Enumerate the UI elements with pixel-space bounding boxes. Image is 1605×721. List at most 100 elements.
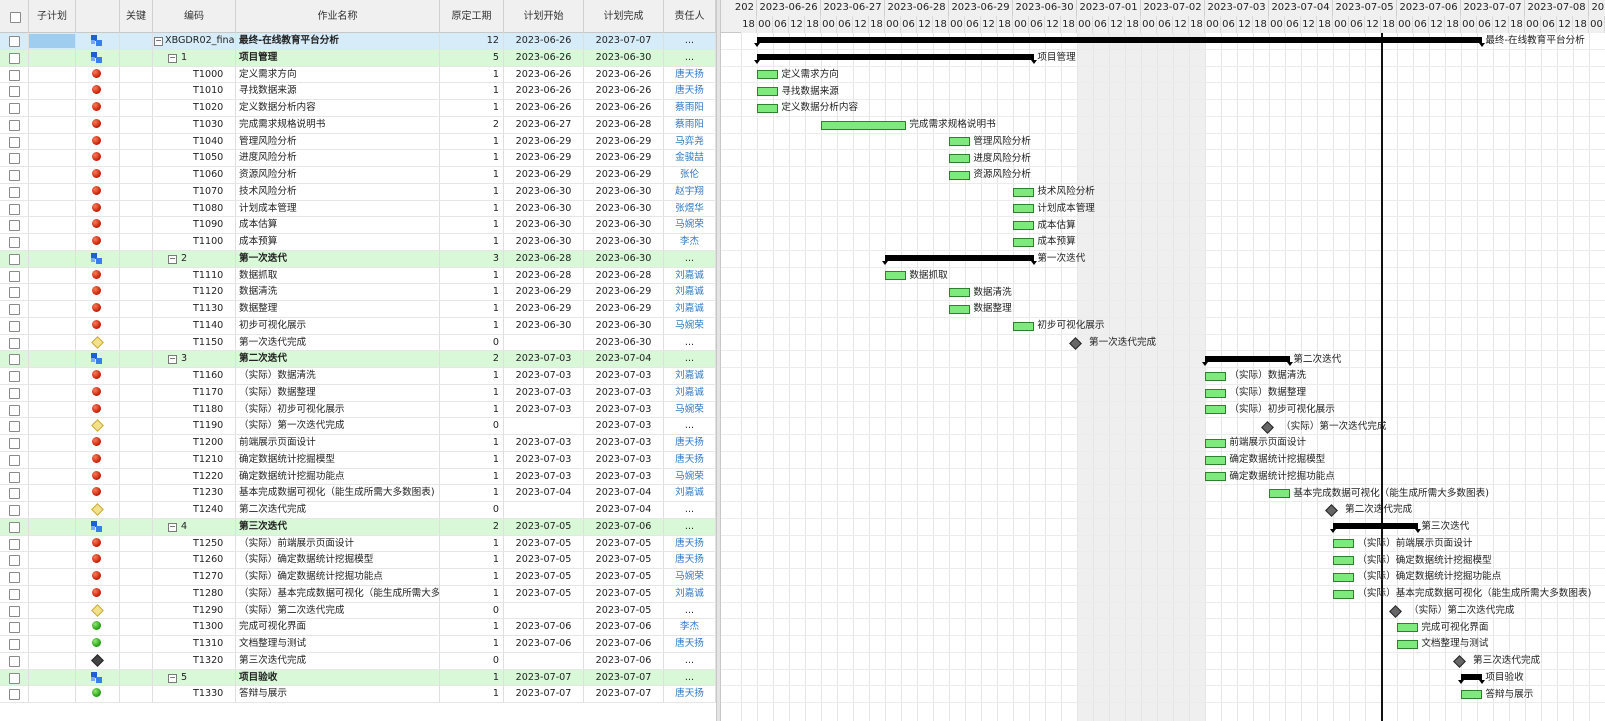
row-checkbox[interactable] (9, 186, 20, 198)
collapse-toggle-icon[interactable]: − (168, 522, 177, 532)
owner-cell[interactable]: 张煜华 (664, 200, 716, 218)
task-bar[interactable] (757, 70, 779, 80)
owner-cell[interactable]: 唐天扬 (664, 83, 716, 100)
table-row[interactable]: T1320 第三次迭代完成 0 2023-07-06... (0, 652, 716, 670)
wbs-row[interactable]: −3 第二次迭代 2 2023-07-03 2023-07-04... (0, 351, 716, 368)
collapse-toggle-icon[interactable]: − (168, 53, 177, 63)
owner-cell[interactable]: 刘嘉诚 (664, 585, 716, 603)
table-row[interactable]: T1160 （实际）数据清洗 1 2023-07-03 2023-07-03 刘嘉诚 (0, 368, 716, 385)
owner-cell[interactable]: 马婉荣 (664, 217, 716, 234)
task-bar[interactable] (1013, 221, 1035, 231)
collapse-toggle-icon[interactable]: − (168, 254, 177, 264)
row-checkbox[interactable] (9, 421, 20, 433)
collapse-toggle-icon[interactable]: − (154, 37, 163, 46)
row-checkbox[interactable] (9, 136, 20, 148)
header-code[interactable]: 编码 (153, 0, 236, 33)
row-checkbox[interactable] (9, 538, 20, 550)
row-checkbox[interactable] (9, 588, 20, 600)
table-row[interactable]: T1010 寻找数据来源 1 2023-06-26 2023-06-26 唐天扬 (0, 83, 716, 100)
header-finish[interactable]: 计划完成 (584, 0, 664, 33)
task-bar[interactable] (1013, 321, 1035, 331)
owner-cell[interactable]: 李杰 (664, 619, 716, 636)
row-checkbox[interactable] (9, 371, 20, 382)
table-row[interactable]: T1260 （实际）确定数据统计挖掘模型 1 2023-07-05 2023-07-05… (0, 552, 716, 569)
row-checkbox[interactable] (9, 52, 20, 64)
task-bar[interactable] (1205, 472, 1227, 482)
row-checkbox[interactable] (9, 69, 20, 81)
summary-bar[interactable] (1201, 355, 1294, 366)
table-row[interactable]: T1330 答辩与展示 1 2023-07-07 2023-07-07 唐天扬 (0, 686, 716, 703)
task-bar[interactable] (757, 103, 779, 113)
owner-cell[interactable]: 马婉荣 (664, 569, 716, 586)
wbs-row[interactable]: −4 第三次迭代 2 2023-07-05 2023-07-06... (0, 518, 716, 536)
task-bar[interactable] (949, 154, 971, 164)
task-bar[interactable] (1269, 489, 1291, 499)
milestone-marker[interactable] (1389, 605, 1402, 618)
task-bar[interactable] (885, 271, 907, 281)
task-bar[interactable] (1205, 388, 1227, 398)
owner-cell[interactable]: 刘嘉诚 (664, 384, 716, 402)
task-bar[interactable] (1333, 589, 1355, 599)
table-row[interactable]: T1280 （实际）基本完成数据可视化（能生成所需大多 1 2023-07-05 202… (0, 585, 716, 603)
row-checkbox[interactable] (9, 287, 20, 299)
milestone-marker[interactable] (1453, 655, 1466, 668)
owner-cell[interactable]: 金骏喆 (664, 150, 716, 167)
owner-cell[interactable]: 刘嘉诚 (664, 267, 716, 285)
row-checkbox[interactable] (9, 237, 20, 248)
owner-cell[interactable]: 马婉荣 (664, 317, 716, 335)
table-row[interactable]: T1170 （实际）数据整理 1 2023-07-03 2023-07-03 刘嘉诚 (0, 384, 716, 402)
owner-cell[interactable]: 马婉荣 (664, 468, 716, 486)
table-row[interactable]: T1020 定义数据分析内容 1 2023-06-26 2023-06-26 蔡雨阳 (0, 100, 716, 117)
table-row[interactable]: T1200 前端展示页面设计 1 2023-07-03 2023-07-03 唐天扬 (0, 435, 716, 452)
summary-bar[interactable] (1457, 673, 1486, 684)
milestone-marker[interactable] (1325, 504, 1338, 518)
table-row[interactable]: T1210 确定数据统计挖掘模型 1 2023-07-03 2023-07-03 唐天扬 (0, 451, 716, 469)
owner-cell[interactable]: 唐天扬 (664, 451, 716, 469)
row-checkbox[interactable] (9, 170, 20, 181)
owner-cell[interactable]: 马弈尧 (664, 133, 716, 151)
header-select-all[interactable] (0, 0, 29, 33)
row-checkbox[interactable] (9, 354, 20, 366)
owner-cell[interactable]: 蔡雨阳 (664, 100, 716, 117)
row-checkbox[interactable] (9, 203, 20, 215)
header-duration[interactable]: 原定工期 (440, 0, 504, 33)
row-checkbox[interactable] (9, 438, 20, 449)
table-row[interactable]: T1140 初步可视化展示 1 2023-06-30 2023-06-30 马婉荣 (0, 317, 716, 335)
row-checkbox[interactable] (9, 521, 20, 533)
table-row[interactable]: T1110 数据抓取 1 2023-06-28 2023-06-28 刘嘉诚 (0, 267, 716, 285)
table-row[interactable]: T1300 完成可视化界面 1 2023-07-06 2023-07-06 李杰 (0, 619, 716, 636)
summary-bar[interactable] (1329, 523, 1422, 534)
owner-cell[interactable]: 刘嘉诚 (664, 284, 716, 301)
row-checkbox[interactable] (9, 103, 20, 114)
row-checkbox[interactable] (9, 404, 20, 416)
table-row[interactable]: T1070 技术风险分析 1 2023-06-30 2023-06-30 赵宇翔 (0, 183, 716, 201)
owner-cell[interactable]: 李杰 (664, 234, 716, 251)
task-bar[interactable] (821, 120, 907, 130)
task-bar[interactable] (1205, 438, 1227, 448)
task-bar[interactable] (1333, 556, 1355, 566)
task-bar[interactable] (1333, 572, 1355, 582)
table-row[interactable]: T1290 （实际）第二次迭代完成 0 2023-07-05... (0, 602, 716, 620)
task-bar[interactable] (949, 304, 971, 314)
owner-cell[interactable]: 赵宇翔 (664, 183, 716, 201)
collapse-toggle-icon[interactable]: − (168, 673, 177, 683)
row-checkbox[interactable] (9, 454, 20, 466)
row-checkbox[interactable] (9, 505, 20, 516)
task-bar[interactable] (1397, 623, 1419, 633)
table-row[interactable]: T1240 第二次迭代完成 0 2023-07-04... (0, 502, 716, 519)
owner-cell[interactable]: 唐天扬 (664, 552, 716, 569)
row-checkbox[interactable] (9, 253, 20, 265)
header-critical[interactable]: 关键 (120, 0, 153, 33)
row-checkbox[interactable] (9, 220, 20, 232)
table-row[interactable]: T1250 （实际）前端展示页面设计 1 2023-07-05 2023-07-05 唐天… (0, 535, 716, 553)
wbs-row[interactable]: −1 项目管理 5 2023-06-26 2023-06-30... (0, 49, 716, 67)
task-bar[interactable] (1205, 455, 1227, 465)
row-checkbox[interactable] (9, 572, 20, 583)
row-checkbox[interactable] (9, 36, 20, 47)
table-row[interactable]: T1050 进度风险分析 1 2023-06-29 2023-06-29 金骏喆 (0, 150, 716, 167)
table-row[interactable]: T1000 定义需求方向 1 2023-06-26 2023-06-26 唐天扬 (0, 66, 716, 84)
table-row[interactable]: T1060 资源风险分析 1 2023-06-29 2023-06-29 张伦 (0, 167, 716, 184)
owner-cell[interactable]: 唐天扬 (664, 435, 716, 452)
table-row[interactable]: T1310 文档整理与测试 1 2023-07-06 2023-07-06 唐天扬 (0, 636, 716, 653)
task-bar[interactable] (1333, 539, 1355, 549)
